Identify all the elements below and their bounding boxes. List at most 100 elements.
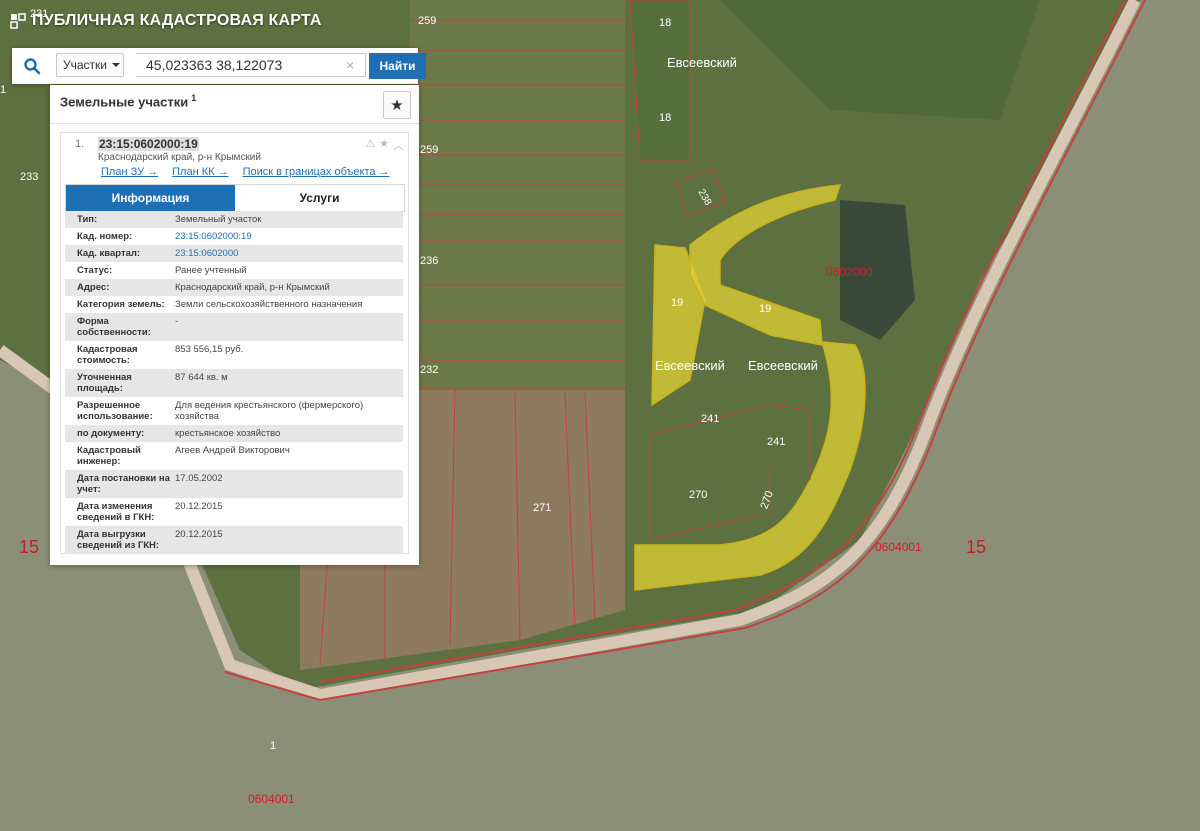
logo-icon <box>10 13 26 29</box>
info-key: Кад. квартал: <box>77 248 141 259</box>
block-label: 0602000 <box>826 265 873 279</box>
block-label: 0604001 <box>248 792 295 806</box>
info-value: Ранее учтенный <box>175 265 247 276</box>
info-key: Статус: <box>77 265 113 276</box>
info-key: Дата выгрузки сведений из ГКН: <box>77 529 160 551</box>
info-row: Статус: Ранее учтенный <box>65 262 403 279</box>
map-label: 19 <box>759 303 772 315</box>
map-label: 19 <box>671 297 684 309</box>
info-row: Дата постановки на учет: 17.05.2002 <box>65 470 403 498</box>
star-icon: ★ <box>390 97 404 114</box>
map-label: 259 <box>420 144 439 156</box>
district-label: 15 <box>966 537 987 557</box>
district-label: 15 <box>19 537 40 557</box>
app-title: ПУБЛИЧНАЯ КАДАСТРОВАЯ КАРТА <box>10 12 322 30</box>
map-label: 271 <box>533 502 552 514</box>
map-label: 233 <box>20 171 39 183</box>
tab-services[interactable]: Услуги <box>235 185 404 211</box>
map-label: 1 <box>0 84 7 96</box>
map-label: 18 <box>659 17 672 29</box>
result-cad-number[interactable]: 23:15:0602000:19 <box>98 137 199 151</box>
info-row: Форма собственности: - <box>65 313 403 341</box>
block-label: 0604001 <box>875 540 922 554</box>
info-row: Кадастровый инженер: Агеев Андрей Викторо… <box>65 442 403 470</box>
chevron-up-icon[interactable]: ︿ <box>393 137 404 153</box>
warning-icon[interactable]: ⚠ <box>365 137 375 153</box>
panel-header: Земельные участки 1 ★ <box>50 85 419 124</box>
info-value[interactable]: 23:15:0602000:19 <box>175 228 403 245</box>
map-label: 1 <box>270 740 277 752</box>
info-row: Адрес: Краснодарский край, р-н Крымский <box>65 279 403 296</box>
info-value: Агеев Андрей Викторович <box>175 445 290 456</box>
clear-icon[interactable]: × <box>346 57 354 73</box>
info-row: по документу: крестьянское хозяйство <box>65 425 403 442</box>
app-title-text: ПУБЛИЧНАЯ КАДАСТРОВАЯ КАРТА <box>32 12 322 29</box>
search-type-select[interactable]: Участки <box>56 53 124 77</box>
search-type-label: Участки <box>63 58 107 72</box>
results-panel: Земельные участки 1 ★ 1. 23:15:0602000:19… <box>50 85 419 565</box>
result-count: 1 <box>191 93 197 103</box>
map-label: 241 <box>767 436 786 448</box>
plan-kk-link[interactable]: План КК → <box>172 166 228 178</box>
info-key: Кадастровый инженер: <box>77 445 141 467</box>
info-key: Адрес: <box>77 282 110 293</box>
info-row: Тип: Земельный участок <box>65 211 403 228</box>
info-key: Форма собственности: <box>77 316 151 338</box>
place-name: Евсеевский <box>748 358 818 373</box>
info-value: - <box>175 316 179 327</box>
info-value: Земельный участок <box>175 214 262 225</box>
search-in-bounds-link[interactable]: Поиск в границах объекта → <box>243 166 390 178</box>
place-name: Евсеевский <box>667 55 737 70</box>
info-key: Разрешенное использование: <box>77 400 153 422</box>
info-row: Кад. номер: 23:15:0602000:19 <box>65 228 403 245</box>
panel-title: Земельные участки 1 <box>60 93 197 110</box>
place-name: Евсеевский <box>655 358 725 373</box>
info-row: Категория земель: Земли сельскохозяйствен… <box>65 296 403 313</box>
info-key: по документу: <box>77 428 145 439</box>
info-row: Разрешенное использование: Для ведения кр… <box>65 397 403 425</box>
map-label: 236 <box>420 255 439 267</box>
info-key: Дата постановки на учет: <box>77 473 170 495</box>
star-icon[interactable]: ★ <box>379 137 389 153</box>
info-key: Тип: <box>77 214 98 225</box>
search-icon <box>24 58 41 75</box>
search-input[interactable] <box>136 53 366 77</box>
map-label: 18 <box>659 112 672 124</box>
map-label: 270 <box>689 489 708 501</box>
search-button[interactable] <box>12 48 52 84</box>
info-row: Дата изменения сведений в ГКН: 20.12.2015 <box>65 498 403 526</box>
favorite-button[interactable]: ★ <box>383 91 411 119</box>
info-key: Кадастровая стоимость: <box>77 344 138 366</box>
info-value: Для ведения крестьянского (фермерского) … <box>175 400 364 422</box>
info-table: Тип: Земельный участок Кад. номер: 23:15:06… <box>65 211 403 554</box>
map-label: 259 <box>418 15 437 27</box>
result-card: 1. 23:15:0602000:19 Краснодарский край, … <box>60 132 409 554</box>
result-links: План ЗУ → План КК → Поиск в границах объ… <box>101 166 390 178</box>
info-row: Кадастровая стоимость: 853 556,15 руб. <box>65 341 403 369</box>
result-address: Краснодарский край, р-н Крымский <box>98 152 261 163</box>
info-value: 87 644 кв. м <box>175 372 228 383</box>
chevron-down-icon <box>112 63 120 67</box>
plan-zu-link[interactable]: План ЗУ → <box>101 166 158 178</box>
info-key: Кад. номер: <box>77 231 133 242</box>
info-key: Дата изменения сведений в ГКН: <box>77 501 155 523</box>
info-row: Кад. квартал: 23:15:0602000 <box>65 245 403 262</box>
info-key: Категория земель: <box>77 299 165 310</box>
search-bar: Участки × Найти <box>12 48 426 84</box>
info-value: 20.12.2015 <box>175 529 223 540</box>
info-value: Краснодарский край, р-н Крымский <box>175 282 330 293</box>
info-value: 20.12.2015 <box>175 501 223 512</box>
info-value: 853 556,15 руб. <box>175 344 244 355</box>
result-index: 1. <box>75 138 85 150</box>
info-value: Земли сельскохозяйственного назначения <box>175 299 363 310</box>
map-label: 241 <box>701 413 720 425</box>
info-row: Уточненная площадь: 87 644 кв. м <box>65 369 403 397</box>
find-button[interactable]: Найти <box>369 53 426 79</box>
tab-info[interactable]: Информация <box>66 185 235 211</box>
result-actions: ⚠ ★ ︿ <box>365 137 404 153</box>
info-value: 17.05.2002 <box>175 473 223 484</box>
info-value: крестьянское хозяйство <box>175 428 281 439</box>
info-key: Уточненная площадь: <box>77 372 132 394</box>
map-label: 232 <box>420 364 439 376</box>
info-value[interactable]: 23:15:0602000 <box>175 245 403 262</box>
